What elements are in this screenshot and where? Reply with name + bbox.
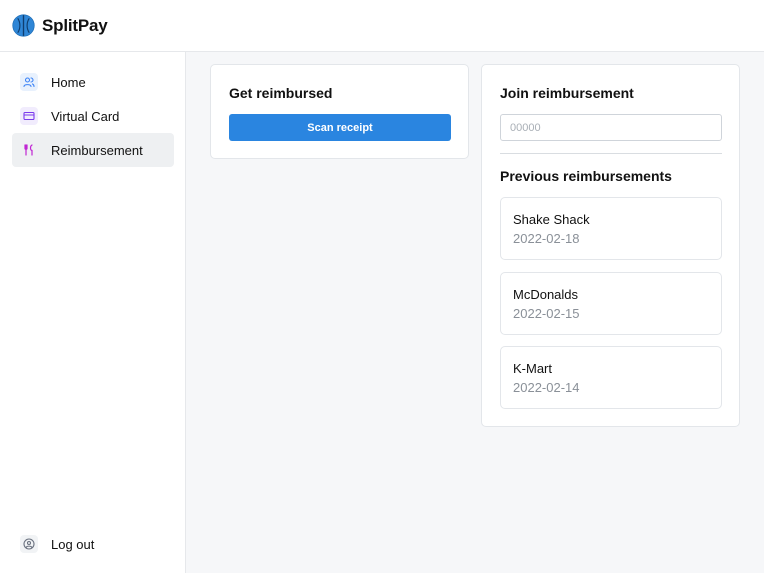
top-header: SplitPay xyxy=(0,0,764,52)
merchant-name: Shake Shack xyxy=(513,212,590,227)
reimbursement-date: 2022-02-15 xyxy=(513,306,580,321)
merchant-name: K-Mart xyxy=(513,361,552,376)
sidebar-item-home[interactable]: Home xyxy=(12,65,174,99)
get-reimbursed-title: Get reimbursed xyxy=(229,85,333,101)
splitpay-logo-icon[interactable] xyxy=(12,14,35,37)
users-icon xyxy=(20,73,38,91)
sidebar-item-label: Home xyxy=(51,74,86,90)
logout-label: Log out xyxy=(51,536,95,552)
join-reimbursement-card: Join reimbursement Previous reimbursemen… xyxy=(481,64,740,427)
get-reimbursed-card: Get reimbursed Scan receipt xyxy=(210,64,469,159)
utensils-icon xyxy=(20,141,38,159)
divider xyxy=(500,153,722,154)
sidebar: Home Virtual Card Reimbursement Log out xyxy=(0,52,186,573)
join-reimbursement-title: Join reimbursement xyxy=(500,85,634,101)
reimbursement-code-input[interactable] xyxy=(500,114,722,141)
reimbursement-list-item[interactable]: K-Mart 2022-02-14 xyxy=(500,346,722,409)
reimbursement-date: 2022-02-14 xyxy=(513,380,580,395)
sidebar-item-reimbursement[interactable]: Reimbursement xyxy=(12,133,174,167)
app-name: SplitPay xyxy=(42,15,108,35)
reimbursement-date: 2022-02-18 xyxy=(513,231,580,246)
scan-receipt-button[interactable]: Scan receipt xyxy=(229,114,451,141)
previous-reimbursements-title: Previous reimbursements xyxy=(500,168,672,184)
reimbursement-list-item[interactable]: McDonalds 2022-02-15 xyxy=(500,272,722,335)
merchant-name: McDonalds xyxy=(513,287,579,302)
sidebar-item-label: Virtual Card xyxy=(51,108,120,124)
logout-button[interactable]: Log out xyxy=(12,527,174,561)
credit-card-icon xyxy=(20,107,38,125)
sidebar-item-label: Reimbursement xyxy=(51,142,143,158)
sidebar-item-virtual-card[interactable]: Virtual Card xyxy=(12,99,174,133)
user-circle-icon xyxy=(20,535,38,553)
reimbursement-list-item[interactable]: Shake Shack 2022-02-18 xyxy=(500,197,722,260)
